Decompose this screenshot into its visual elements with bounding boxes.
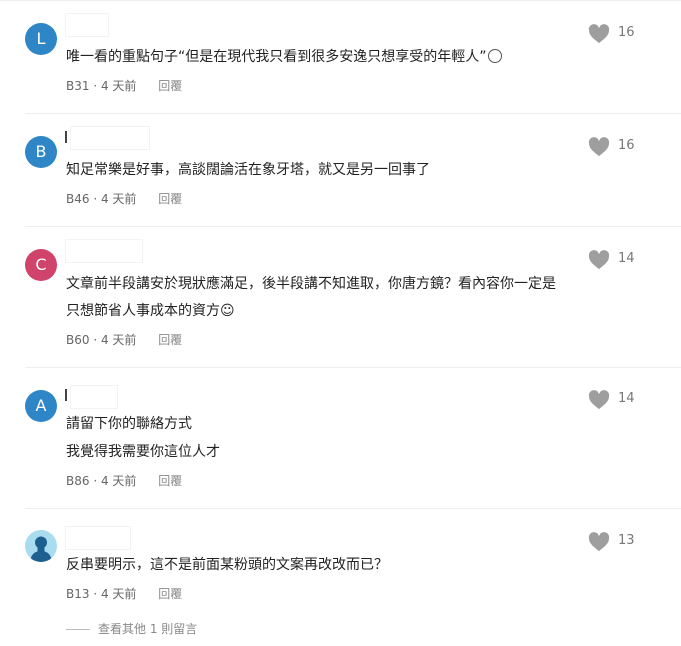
dash-line <box>66 629 90 630</box>
top-divider <box>0 0 681 1</box>
heart-icon <box>588 390 610 410</box>
like-button[interactable]: 16 <box>588 22 648 44</box>
like-count: 13 <box>618 533 635 548</box>
floor-number: B31 <box>66 79 90 93</box>
comment-time: 4 天前 <box>100 474 137 488</box>
comment-meta: B46 · 4 天前 回覆 <box>66 192 183 206</box>
comment-text: 知足常樂是好事，高談闊論活在象牙塔，就又是另一回事了 <box>66 162 430 178</box>
comment-time: 4 天前 <box>100 587 137 601</box>
author-name-fragment <box>65 389 67 401</box>
comment-divider <box>25 226 681 227</box>
avatar[interactable]: L <box>25 23 57 55</box>
comment-time: 4 天前 <box>100 333 137 347</box>
like-count: 16 <box>618 138 635 153</box>
like-button[interactable]: 14 <box>588 248 648 270</box>
avatar[interactable] <box>25 530 57 562</box>
floor-number: B46 <box>66 192 90 206</box>
reply-button[interactable]: 回覆 <box>158 333 182 347</box>
like-count: 14 <box>618 391 635 406</box>
avatar[interactable]: C <box>25 249 57 281</box>
like-button[interactable]: 16 <box>588 135 648 157</box>
heart-icon <box>588 250 610 270</box>
comment-text: 唯一看的重點句子“但是在現代我只看到很多安逸只想享受的年輕人” <box>66 47 502 67</box>
comment-text: 我覺得我需要你這位人才 <box>66 444 220 460</box>
author-name-redacted <box>65 239 143 263</box>
user-silhouette-icon <box>30 536 52 562</box>
like-button[interactable]: 14 <box>588 388 648 410</box>
comment-divider <box>25 367 681 368</box>
heart-icon <box>588 532 610 552</box>
comment-meta: B60 · 4 天前 回覆 <box>66 333 183 347</box>
comment-text: 只想節省人事成本的資方☺ <box>66 303 235 319</box>
heart-icon <box>588 24 610 44</box>
reply-button[interactable]: 回覆 <box>158 587 182 601</box>
author-name-redacted <box>70 126 150 150</box>
floor-number: B86 <box>66 474 90 488</box>
comment-text: 反串要明示，這不是前面某粉頭的文案再改改而已？ <box>66 557 388 573</box>
avatar[interactable]: A <box>25 390 57 422</box>
author-name-redacted <box>65 13 109 37</box>
reply-button[interactable]: 回覆 <box>158 79 182 93</box>
emoji-face-icon <box>487 49 502 63</box>
author-name-redacted <box>65 526 131 550</box>
comment-text: 請留下你的聯絡方式 <box>66 416 192 432</box>
like-count: 16 <box>618 25 635 40</box>
avatar[interactable]: B <box>25 136 57 168</box>
comment-divider <box>25 508 681 509</box>
heart-icon <box>588 137 610 157</box>
comment-divider <box>25 113 681 114</box>
reply-button[interactable]: 回覆 <box>158 474 182 488</box>
comment-text: 文章前半段講安於現狀應滿足，後半段講不知進取，你唐方鏡？看內容你一定是 <box>66 276 556 292</box>
comment-time: 4 天前 <box>100 192 137 206</box>
floor-number: B13 <box>66 587 90 601</box>
like-button[interactable]: 13 <box>588 530 648 552</box>
comment-meta: B31 · 4 天前 回覆 <box>66 79 183 93</box>
comment-meta: B86 · 4 天前 回覆 <box>66 474 183 488</box>
author-name-redacted <box>70 385 118 409</box>
comment-meta: B13 · 4 天前 回覆 <box>66 587 183 601</box>
floor-number: B60 <box>66 333 90 347</box>
more-replies-link[interactable]: 查看其他 1 則留言 <box>66 620 197 637</box>
like-count: 14 <box>618 251 635 266</box>
comment-time: 4 天前 <box>100 79 137 93</box>
more-replies-label: 查看其他 1 則留言 <box>98 622 198 636</box>
author-name-fragment <box>65 131 67 143</box>
reply-button[interactable]: 回覆 <box>158 192 182 206</box>
